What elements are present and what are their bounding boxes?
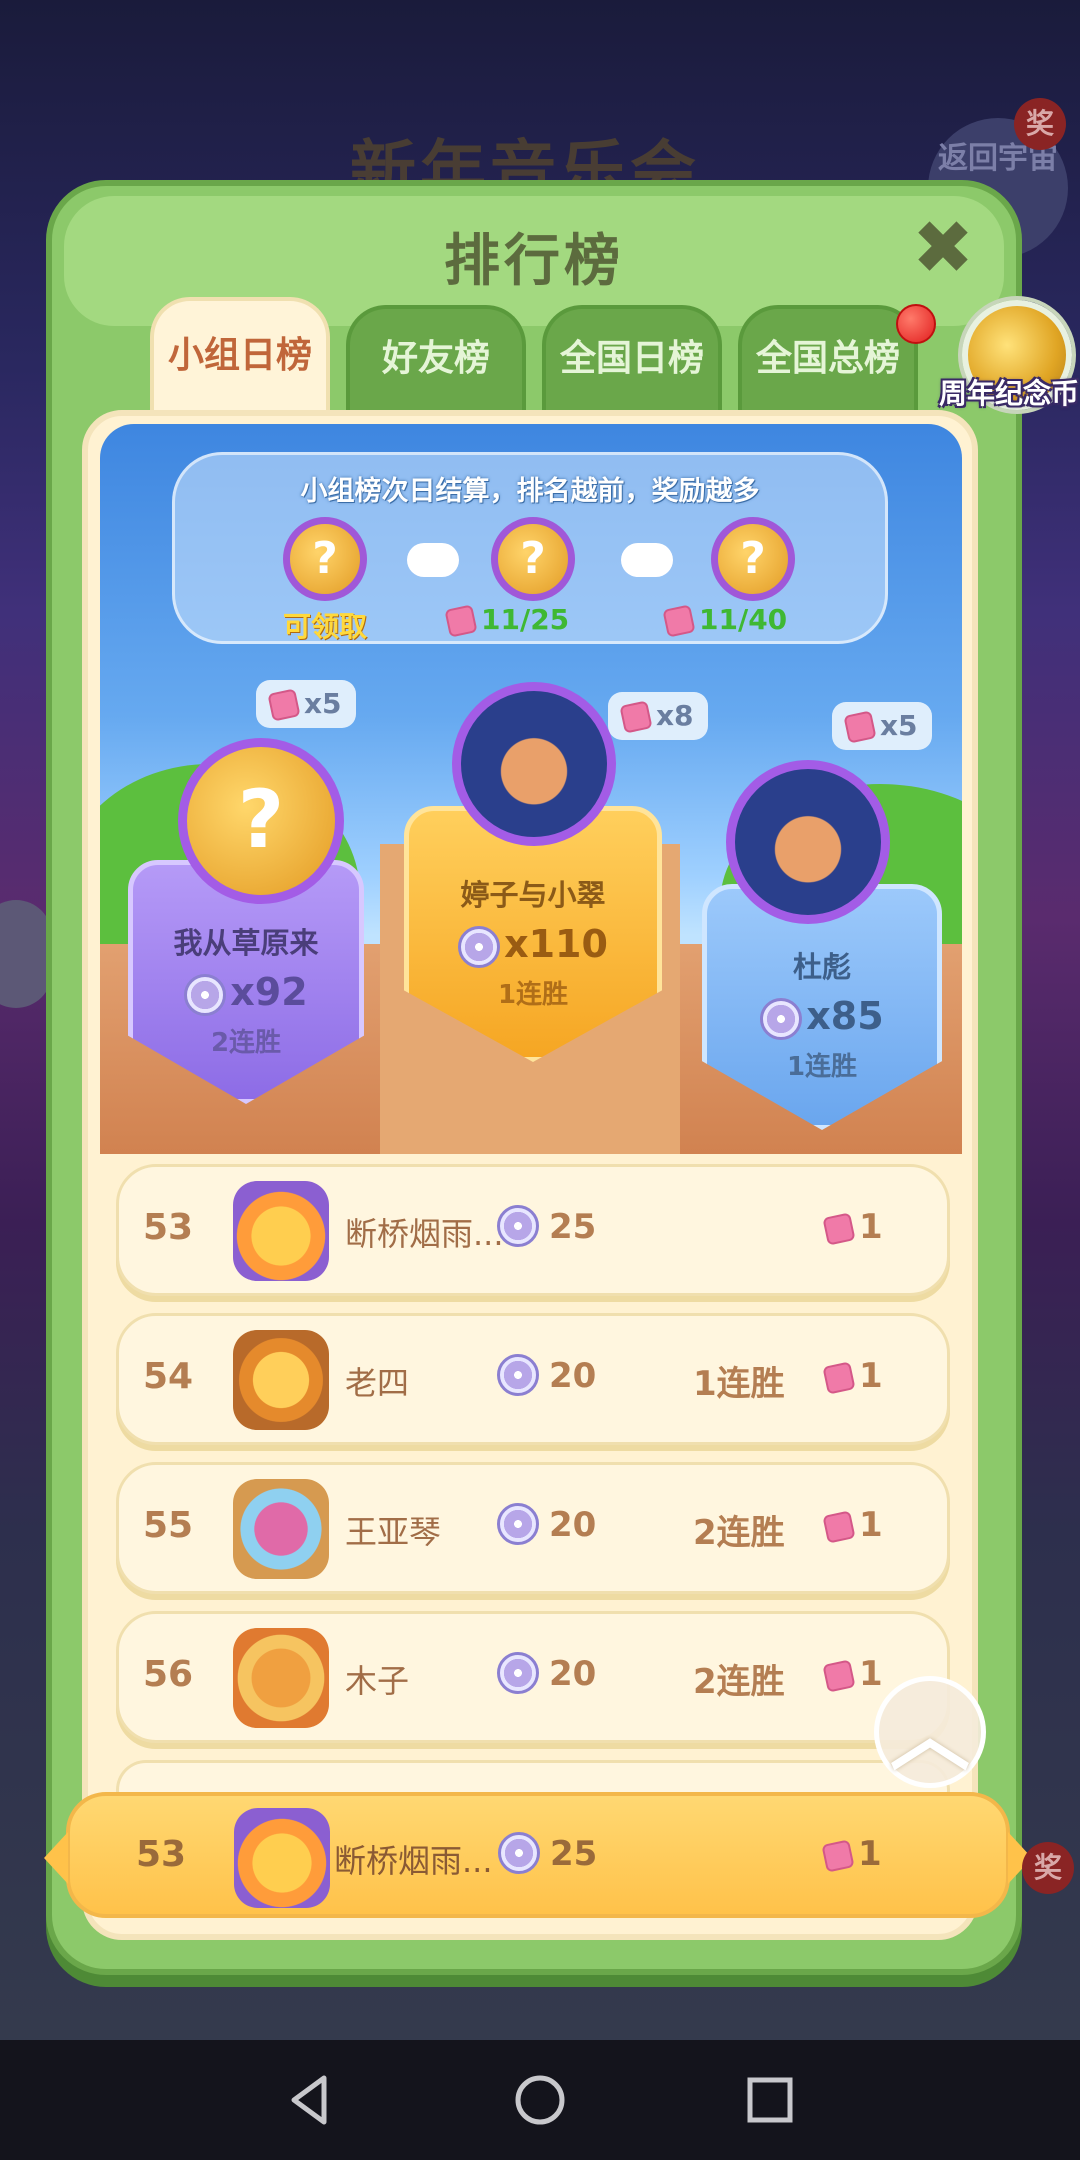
row-avatar — [233, 1479, 329, 1579]
row-streak: 2连胜 — [693, 1662, 785, 1702]
disc-icon — [497, 1354, 539, 1396]
puzzle-piece-icon — [822, 1360, 856, 1395]
row-pieces: 1 — [859, 1356, 883, 1396]
row-rank: 55 — [143, 1505, 194, 1546]
reward-claimable-label: 可领取 — [283, 610, 368, 643]
reward-chest-3[interactable]: ? — [711, 517, 795, 601]
row-streak: 2连胜 — [693, 1513, 785, 1553]
reward-info-box: 小组榜次日结算，排名越前，奖励越多 ? ? ? 可领取 11/25 11/40 — [172, 452, 888, 644]
row-avatar — [233, 1628, 329, 1728]
my-pieces: 1 — [858, 1834, 882, 1874]
back-icon[interactable] — [280, 2070, 340, 2130]
row-pieces: 1 — [859, 1207, 883, 1247]
scroll-to-top-button[interactable]: ︿ — [874, 1676, 986, 1788]
row-name: 老四 — [345, 1364, 410, 1402]
puzzle-piece-icon — [662, 604, 696, 638]
row-score: 20 — [549, 1356, 597, 1396]
panel-title: 排行榜 — [444, 229, 624, 294]
ranking-row[interactable]: 53 断桥烟雨... 25 1 — [116, 1164, 950, 1296]
row-score: 20 — [549, 1654, 597, 1694]
row-pieces: 1 — [859, 1505, 883, 1545]
recents-icon[interactable] — [740, 2070, 800, 2130]
notification-dot — [896, 304, 936, 344]
tab-national-daily[interactable]: 全国日榜 — [542, 305, 722, 415]
first-pieces-bubble: x8 — [608, 692, 708, 740]
puzzle-piece-icon — [843, 710, 877, 744]
puzzle-piece-icon — [821, 1838, 855, 1873]
home-icon[interactable] — [510, 2070, 570, 2130]
anniversary-coin-label: 周年纪念币 — [938, 377, 1079, 410]
podium-third-avatar[interactable] — [726, 760, 890, 924]
my-ranking-row[interactable]: 53 断桥烟雨... 25 1 — [44, 1792, 1032, 1918]
row-name: 木子 — [345, 1662, 410, 1700]
puzzle-piece-icon — [822, 1658, 856, 1693]
podium-second-avatar[interactable]: ? — [178, 738, 344, 904]
my-avatar — [234, 1808, 330, 1908]
prize-badge: 奖 — [1014, 98, 1066, 150]
disc-icon — [184, 973, 227, 1016]
row-rank: 56 — [143, 1654, 194, 1695]
row-streak: 1连胜 — [693, 1364, 785, 1404]
leaderboard-tabs: 小组日榜 好友榜 全国日榜 全国总榜 — [150, 297, 980, 415]
puzzle-piece-icon — [822, 1509, 856, 1544]
puzzle-piece-icon — [822, 1211, 856, 1246]
disc-icon — [498, 1832, 540, 1874]
row-avatar — [233, 1330, 329, 1430]
row-rank: 54 — [143, 1356, 194, 1397]
row-avatar — [233, 1181, 329, 1281]
puzzle-piece-icon — [267, 688, 301, 722]
reward-progress-2: 11/40 — [662, 603, 787, 638]
row-score: 25 — [549, 1207, 597, 1247]
arrow-cloud-icon — [621, 543, 673, 577]
podium-third-streak: 1连胜 — [786, 1051, 858, 1082]
row-name: 断桥烟雨... — [345, 1215, 504, 1253]
disc-icon — [458, 925, 501, 968]
my-score: 25 — [550, 1834, 598, 1874]
podium-first-score: x110 — [504, 922, 608, 966]
prize-badge-bottom: 奖 — [1022, 1842, 1074, 1894]
tab-national-total[interactable]: 全国总榜 — [738, 305, 918, 415]
third-pieces-bubble: x5 — [832, 702, 932, 750]
row-rank: 53 — [143, 1207, 194, 1248]
podium-first-name: 婷子与小翠 — [460, 878, 606, 912]
podium-third-name: 杜彪 — [792, 950, 851, 984]
row-name: 王亚琴 — [345, 1513, 442, 1551]
puzzle-piece-icon — [619, 700, 653, 734]
ranking-row[interactable]: 54 老四 20 1连胜 1 — [116, 1313, 950, 1445]
puzzle-piece-icon — [444, 604, 478, 638]
ranking-row[interactable]: 56 木子 20 2连胜 1 — [116, 1611, 950, 1743]
podium-first-streak: 1连胜 — [497, 979, 569, 1010]
ranking-row[interactable]: 55 王亚琴 20 2连胜 1 — [116, 1462, 950, 1594]
disc-icon — [497, 1205, 539, 1247]
my-name: 断桥烟雨... — [334, 1842, 493, 1880]
system-navigation-bar — [0, 2040, 1080, 2160]
tab-group-daily[interactable]: 小组日榜 — [150, 297, 330, 413]
podium-first-avatar[interactable] — [452, 682, 616, 846]
tab-friends[interactable]: 好友榜 — [346, 305, 526, 415]
reward-rule-text: 小组榜次日结算，排名越前，奖励越多 — [300, 476, 760, 507]
reward-chest-1[interactable]: ? — [283, 517, 367, 601]
side-menu-button[interactable] — [0, 900, 52, 1008]
podium-second-streak: 2连胜 — [210, 1027, 282, 1058]
second-pieces-bubble: x5 — [256, 680, 356, 728]
close-icon[interactable]: ✖ — [910, 211, 976, 285]
podium-second-name: 我从草原来 — [173, 926, 319, 960]
arrow-cloud-icon — [407, 543, 459, 577]
podium-third-score: x85 — [806, 994, 884, 1038]
disc-icon — [760, 997, 803, 1040]
row-score: 20 — [549, 1505, 597, 1545]
my-rank: 53 — [136, 1834, 187, 1875]
reward-chest-2[interactable]: ? — [491, 517, 575, 601]
row-pieces: 1 — [859, 1654, 883, 1694]
reward-progress-1: 11/25 — [444, 603, 569, 638]
disc-icon — [497, 1652, 539, 1694]
podium-second-score: x92 — [230, 970, 308, 1014]
disc-icon — [497, 1503, 539, 1545]
